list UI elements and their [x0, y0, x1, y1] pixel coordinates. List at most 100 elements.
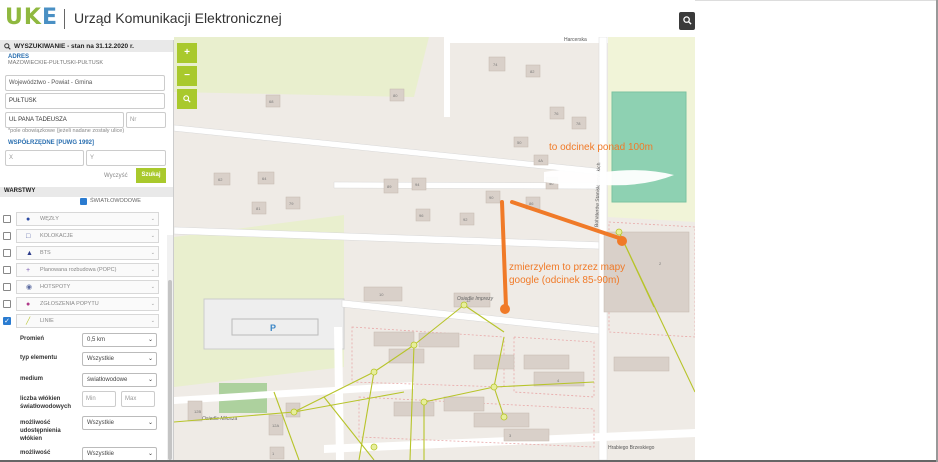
layer-row-popc[interactable]: + Planowana rozbudowa (POPC) ⌄: [0, 262, 166, 278]
chevron-down-icon: ⌄: [150, 250, 155, 256]
svg-text:76: 76: [554, 111, 559, 116]
layer-select-demand[interactable]: ● ZGŁOSZENIA POPYTU ⌄: [16, 297, 159, 311]
fiber-max-field[interactable]: Max: [121, 391, 155, 407]
svg-text:68: 68: [269, 99, 274, 104]
triangle-icon: ▲: [26, 250, 33, 257]
svg-text:74: 74: [493, 62, 498, 67]
medium-value: światłowodowe: [87, 377, 128, 383]
svg-text:80: 80: [393, 93, 398, 98]
layer-checkbox[interactable]: [3, 249, 11, 257]
layer-row-fiber[interactable]: ŚWIATŁOWODOWE: [0, 196, 166, 212]
layer-row-nodes[interactable]: ● WĘZŁY ⌄: [0, 211, 166, 227]
other-select[interactable]: Wszystkie ⌄: [82, 447, 157, 460]
street-label-hrabiego: Hrabiego Brzeskiego: [608, 445, 655, 451]
header-search-button[interactable]: [679, 12, 695, 30]
svg-text:89: 89: [387, 184, 392, 189]
layer-checkbox[interactable]: [3, 232, 11, 240]
annotation-bottom: zmierzylem to przez mapy google (odcinek…: [509, 262, 626, 286]
coords-section-title: WSPÓŁRZĘDNE [PUWG 1992]: [8, 140, 95, 146]
wifi-icon: ◉: [26, 284, 33, 291]
layer-checkbox[interactable]: [3, 266, 11, 274]
coord-x-field[interactable]: X: [5, 150, 84, 166]
chevron-down-icon: ⌄: [147, 451, 153, 457]
chevron-down-icon: ⌄: [150, 233, 155, 239]
svg-text:4A: 4A: [538, 158, 543, 163]
sharing-label: możliwość udostępnienia włókien: [20, 420, 61, 442]
zoom-in-button[interactable]: +: [177, 43, 197, 63]
layer-row-demand[interactable]: ● ZGŁOSZENIA POPYTU ⌄: [0, 296, 166, 312]
radius-value: 0,5 km: [87, 337, 106, 343]
panel-scrollbar[interactable]: [168, 280, 172, 460]
road: [174, 382, 414, 404]
logo-letter-e: E: [41, 5, 58, 30]
search-icon: [4, 42, 11, 50]
app-header: UKE Urząd Komunikacji Elektronicznej: [0, 0, 695, 37]
road: [444, 37, 450, 117]
medium-select[interactable]: światłowodowe ⌄: [82, 373, 157, 387]
element-type-select[interactable]: Wszystkie ⌄: [82, 352, 157, 366]
layer-label: LINIE: [40, 318, 54, 324]
org-title: Urząd Komunikacji Elektronicznej: [74, 10, 282, 26]
zoom-out-button[interactable]: −: [177, 66, 197, 86]
element-type-label: typ elementu: [20, 355, 58, 361]
place-label-imprezy-line: Osiedle Imprezy: [457, 296, 494, 302]
dot-icon: ●: [26, 301, 31, 308]
layer-select-hotspots[interactable]: ◉ HOTSPOTY ⌄: [16, 280, 159, 294]
dot-icon: ●: [26, 216, 31, 223]
layer-checkbox[interactable]: [3, 283, 11, 291]
search-button[interactable]: Szukaj: [136, 168, 166, 183]
locate-button[interactable]: [177, 89, 197, 109]
svg-text:90: 90: [489, 195, 494, 200]
chevron-down-icon: ⌄: [150, 318, 155, 324]
svg-text:64: 64: [262, 176, 267, 181]
svg-text:94: 94: [415, 182, 420, 187]
svg-text:10: 10: [379, 292, 384, 297]
search-panel-header: WYSZUKIWANIE - stan na 31.12.2020 r.: [0, 40, 173, 52]
map-canvas[interactable]: P 68 80 74 82 76 78 62 64 79 81 89 94 96…: [174, 37, 695, 460]
region-field[interactable]: Województwo - Powiat - Gmina: [5, 75, 165, 91]
place-label-imprezy: Osiedle Imprezy: [457, 296, 494, 302]
layer-checkbox-checked[interactable]: ✓: [3, 317, 11, 325]
field-area: [174, 37, 429, 97]
checkbox-icon[interactable]: [80, 198, 87, 205]
map-view[interactable]: P 68 80 74 82 76 78 62 64 79 81 89 94 96…: [174, 37, 695, 460]
fiber-min-field[interactable]: Min: [82, 391, 116, 407]
street-field[interactable]: UL PANA TADEUSZA: [5, 112, 124, 128]
address-section-title: ADRES: [8, 54, 30, 60]
layer-select-nodes[interactable]: ● WĘZŁY ⌄: [16, 212, 159, 226]
city-field[interactable]: PUŁTUSK: [5, 93, 165, 109]
layer-select-lines[interactable]: ╱ LINIE ⌄: [16, 314, 159, 328]
uke-logo[interactable]: UKE: [5, 5, 58, 30]
other-label: możliwość: [20, 450, 51, 456]
logo-letter-k: K: [23, 5, 42, 30]
svg-text:81: 81: [256, 206, 261, 211]
coord-y-field[interactable]: Y: [86, 150, 166, 166]
layer-row-lines[interactable]: ✓ ╱ LINIE ⌄: [0, 313, 166, 329]
svg-text:12A: 12A: [272, 423, 279, 428]
layer-select-popc[interactable]: + Planowana rozbudowa (POPC) ⌄: [16, 263, 159, 277]
layer-select-colocations[interactable]: □ KOLOKACJE ⌄: [16, 229, 159, 243]
layer-row-hotspots[interactable]: ◉ HOTSPOTY ⌄: [0, 279, 166, 295]
radius-select[interactable]: 0,5 km ⌄: [82, 333, 157, 347]
layer-row-colocations[interactable]: □ KOLOKACJE ⌄: [0, 228, 166, 244]
house-number-field[interactable]: Nr: [126, 112, 166, 128]
layer-label: WĘZŁY: [40, 216, 59, 222]
layer-label: HOTSPOTY: [40, 284, 71, 290]
logo-letter-u: U: [5, 5, 24, 30]
plus-icon: +: [26, 267, 31, 274]
search-icon: [682, 16, 692, 25]
chevron-down-icon: ⌄: [147, 420, 153, 426]
layer-row-bts[interactable]: ▲ BTS ⌄: [0, 245, 166, 261]
layer-checkbox[interactable]: [3, 300, 11, 308]
clear-button[interactable]: Wyczyść: [104, 173, 128, 179]
road: [174, 124, 605, 176]
logo-separator: [64, 9, 65, 29]
annotation-top: to odcinek ponad 100m: [549, 142, 653, 153]
svg-text:62: 62: [218, 177, 223, 182]
svg-text:50: 50: [517, 140, 522, 145]
sharing-select[interactable]: Wszystkie ⌄: [82, 416, 157, 430]
layer-select-bts[interactable]: ▲ BTS ⌄: [16, 246, 159, 260]
chevron-down-icon: ⌄: [150, 267, 155, 273]
layer-checkbox[interactable]: [3, 215, 11, 223]
layer-label: ŚWIATŁOWODOWE: [90, 198, 141, 204]
